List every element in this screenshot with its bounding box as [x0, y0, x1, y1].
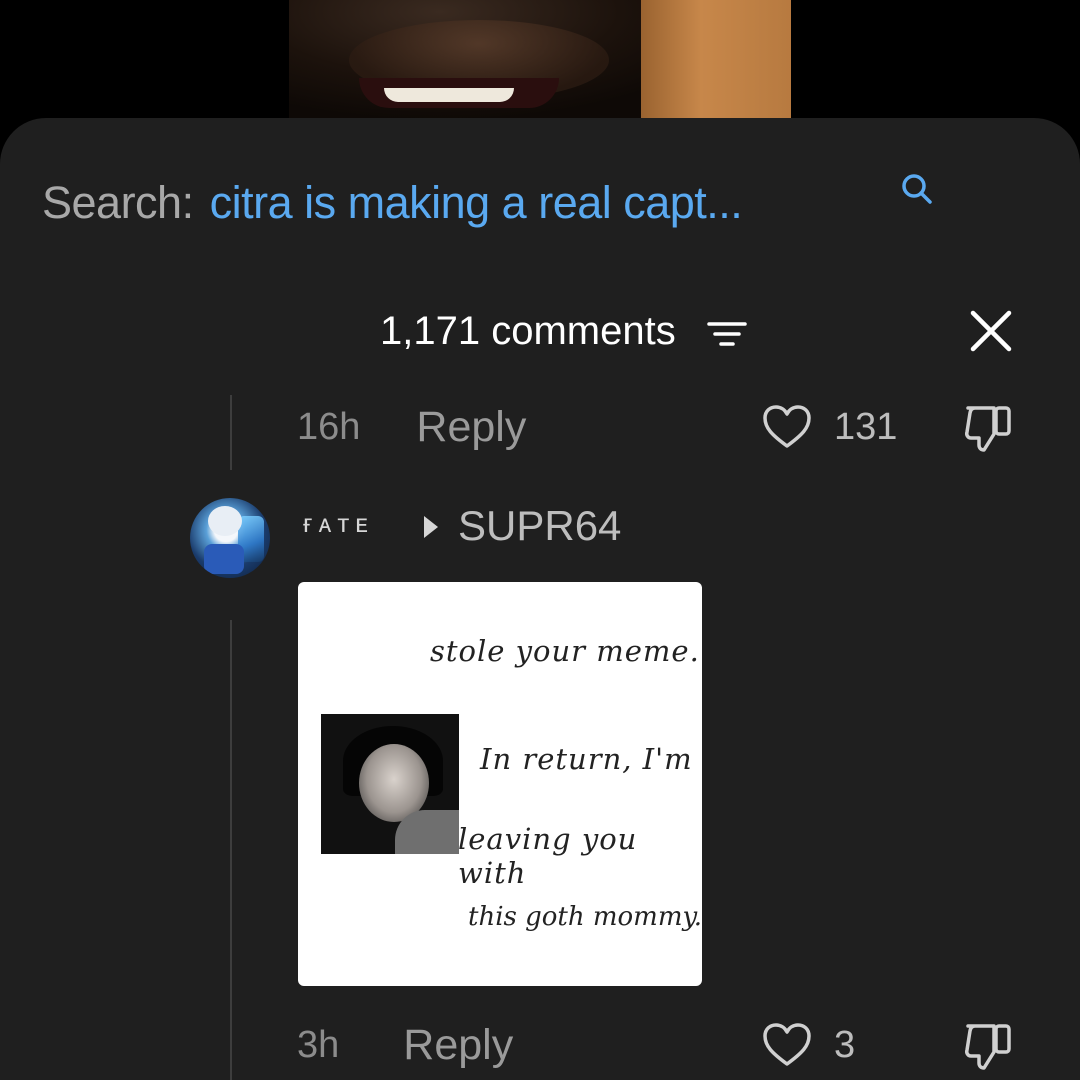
comment-actions: 3h Reply	[297, 1020, 513, 1070]
meme-text-line: this goth mommy.	[468, 902, 702, 932]
close-icon[interactable]	[968, 308, 1014, 354]
avatar-art-body	[204, 544, 244, 574]
thread-line-top	[230, 395, 232, 470]
comment-timestamp: 3h	[297, 1023, 340, 1066]
search-icon[interactable]	[900, 172, 934, 208]
avatar[interactable]	[190, 498, 270, 578]
thumbs-down-icon[interactable]	[962, 1018, 1018, 1074]
meme-text-line: In return, I'm	[480, 742, 693, 776]
reply-to-username[interactable]: SUPR64	[458, 502, 621, 550]
comment-actions: 16h Reply	[297, 402, 526, 452]
search-query-link[interactable]: citra is making a real capt...	[210, 177, 743, 229]
reply-button[interactable]: Reply	[416, 403, 526, 452]
comment-image[interactable]: stole your meme. In return, I'm leaving …	[298, 582, 702, 986]
like-count: 131	[834, 406, 898, 448]
comment-timestamp: 16h	[297, 405, 361, 448]
avatar-art-hair	[208, 506, 242, 536]
search-label: Search:	[42, 177, 194, 228]
sort-filter-icon[interactable]	[706, 319, 748, 349]
username[interactable]: ғᴀᴛᴇ	[303, 508, 374, 539]
video-background-wood	[641, 0, 791, 120]
search-suggestion[interactable]: Search: citra is making a real capt...	[42, 177, 743, 229]
like-count: 3	[834, 1024, 856, 1066]
thumbs-down-icon[interactable]	[962, 400, 1018, 456]
reply-arrow-icon	[424, 516, 438, 538]
reply-button[interactable]: Reply	[403, 1021, 513, 1070]
meme-text-line: leaving you with	[458, 822, 638, 890]
meme-photo	[321, 714, 459, 854]
thread-line-bottom	[230, 620, 232, 1080]
meme-text-line: stole your meme.	[430, 634, 700, 668]
meme-photo-shoulder	[395, 810, 459, 854]
comment-count: 1,171 comments	[380, 309, 676, 353]
video-thumbnail[interactable]	[289, 0, 791, 120]
heart-icon[interactable]	[762, 1022, 812, 1068]
video-teeth-shape	[384, 88, 514, 102]
heart-icon[interactable]	[762, 404, 812, 450]
comments-header: 1,171 comments	[0, 305, 1080, 355]
